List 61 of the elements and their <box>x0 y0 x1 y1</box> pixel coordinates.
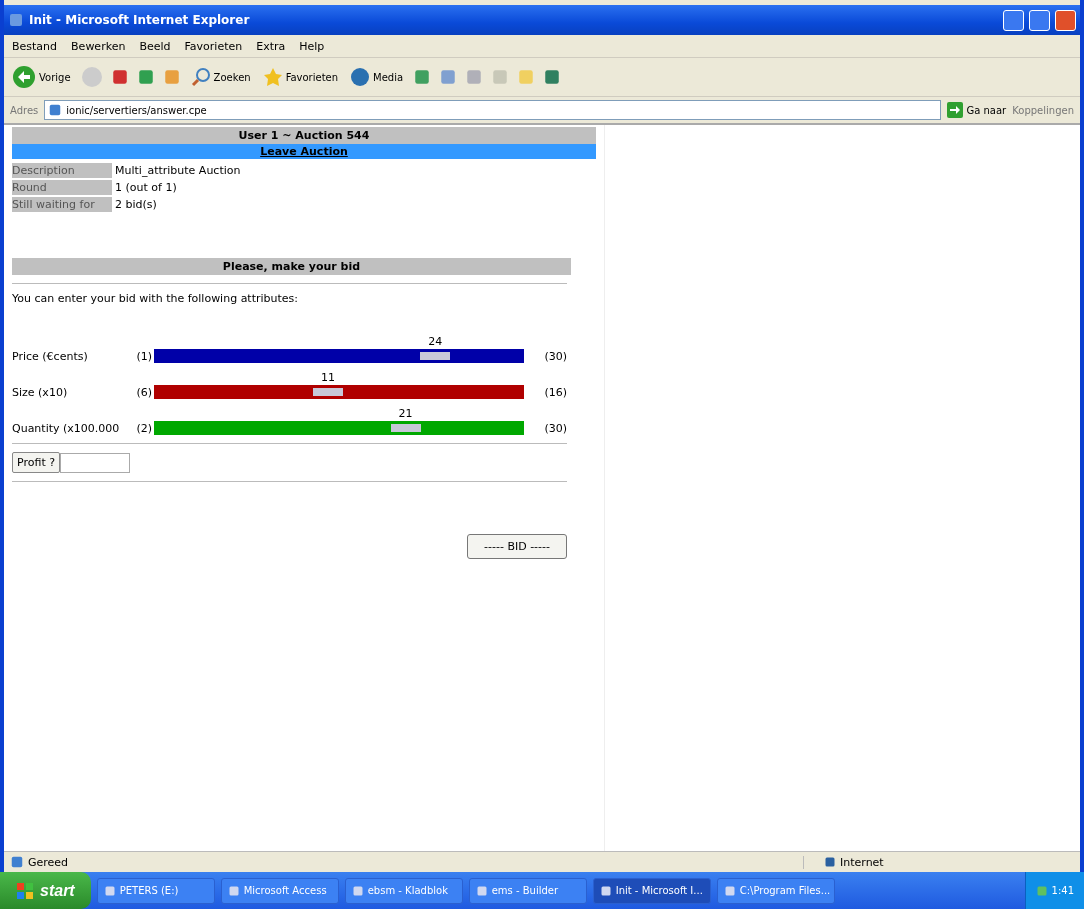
info-value: 1 (out of 1) <box>115 181 177 194</box>
leave-auction-link[interactable]: Leave Auction <box>260 145 348 158</box>
menu-item[interactable]: Help <box>299 39 325 53</box>
info-value: 2 bid(s) <box>115 198 157 211</box>
info-value: Multi_attribute Auction <box>115 164 241 177</box>
menu-item[interactable]: Extra <box>256 39 286 53</box>
slider-value: 24 <box>428 335 443 348</box>
slider-min: (1) <box>136 350 152 363</box>
windows-flag-icon <box>16 881 34 900</box>
info-label: Round <box>12 180 112 195</box>
menu-item[interactable]: Bestand <box>12 39 58 53</box>
search-button[interactable]: Zoeken <box>188 65 253 89</box>
minimize-button[interactable] <box>1003 9 1024 31</box>
search-icon <box>190 67 211 87</box>
bid-header: Please, make your bid <box>12 258 571 275</box>
window-title: Init - Microsoft Internet Explorer <box>29 13 251 27</box>
close-button[interactable] <box>1055 9 1076 31</box>
slider-label: Size (x10) <box>12 386 68 399</box>
slider-track[interactable] <box>154 421 524 435</box>
zone-text: Internet <box>840 855 884 869</box>
slider-track[interactable] <box>154 385 524 399</box>
slider-thumb[interactable] <box>390 424 421 432</box>
slider-thumb[interactable] <box>312 388 343 396</box>
slider-thumb[interactable] <box>420 352 451 360</box>
slider-max: (30) <box>544 350 567 363</box>
taskbar-item[interactable]: Init - Microsoft I... <box>592 877 711 904</box>
taskbar-item[interactable]: ems - Builder <box>468 877 587 904</box>
bid-button[interactable]: ----- BID ----- <box>467 534 567 559</box>
status-text: Gereed <box>28 855 70 869</box>
menu-item[interactable]: Beeld <box>139 39 171 53</box>
clock: 1:41 <box>1051 885 1074 896</box>
profit-field[interactable] <box>60 452 131 473</box>
intro-text: You can enter your bid with the following attributes: <box>12 292 300 305</box>
address-field[interactable]: ionic/servertiers/answer.cpe <box>44 100 942 120</box>
taskbar-item[interactable]: Microsoft Access <box>220 877 339 904</box>
media-button[interactable]: Media <box>348 65 406 89</box>
slider-label: Quantity (x100.000 <box>12 422 120 435</box>
slider-value: 11 <box>320 371 335 384</box>
go-button[interactable]: Ga naar <box>947 102 1007 118</box>
menu-item[interactable]: Bewerken <box>71 39 126 53</box>
links-label[interactable]: Koppelingen <box>1012 104 1074 116</box>
slider-min: (2) <box>136 422 152 435</box>
address-label: Adres <box>10 104 39 116</box>
slider-min: (6) <box>136 386 152 399</box>
back-button[interactable]: Vorige <box>10 63 73 91</box>
slider-max: (16) <box>544 386 567 399</box>
taskbar-item[interactable]: ebsm - Kladblok <box>344 877 463 904</box>
star-icon <box>262 67 283 87</box>
slider-value: 21 <box>398 407 413 420</box>
auction-header: User 1 ~ Auction 544 <box>12 127 596 144</box>
menu-item[interactable]: Favorieten <box>184 39 243 53</box>
profit-button[interactable]: Profit ? <box>12 452 61 473</box>
slider-track[interactable] <box>154 349 524 363</box>
maximize-button[interactable] <box>1029 9 1050 31</box>
info-label: Description <box>12 163 112 178</box>
slider-label: Price (€cents) <box>12 350 88 363</box>
favorites-button[interactable]: Favorieten <box>260 65 341 89</box>
slider-max: (30) <box>544 422 567 435</box>
taskbar-item[interactable]: PETERS (E:) <box>96 877 215 904</box>
info-label: Still waiting for <box>12 197 112 212</box>
taskbar-item[interactable]: C:\Program Files... <box>716 877 835 904</box>
